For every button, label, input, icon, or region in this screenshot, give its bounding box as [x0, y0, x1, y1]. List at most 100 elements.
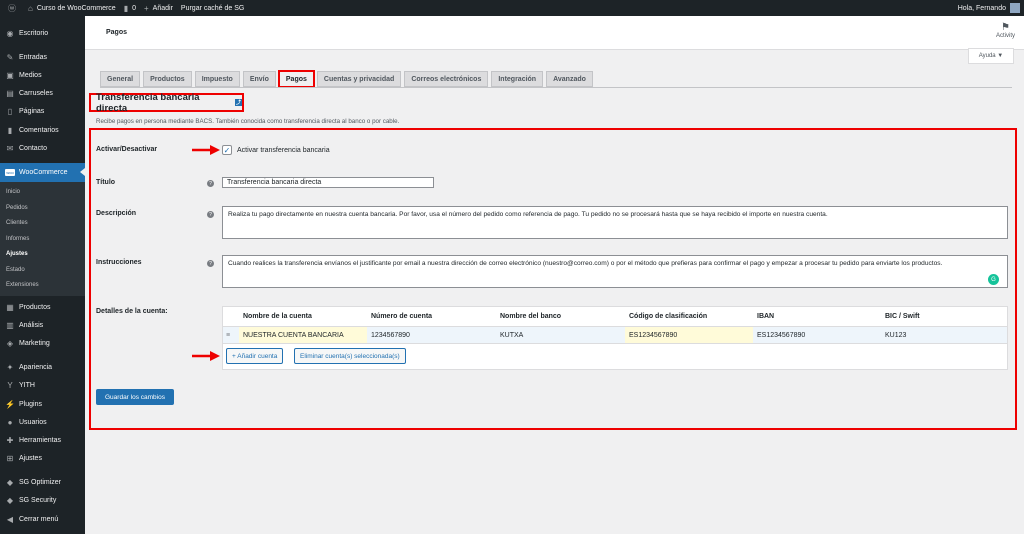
sidebar-item-usuarios[interactable]: ● Usuarios [0, 413, 85, 431]
bic-cell[interactable]: KU123 [881, 327, 1007, 343]
woocommerce-submenu: Inicio Pedidos Clientes Informes Ajustes… [0, 181, 85, 296]
drag-handle-icon[interactable]: ≡ [223, 327, 239, 343]
wordpress-logo-icon[interactable]: ⓦ [8, 3, 20, 14]
instructions-textarea[interactable]: Cuando realices la transferencia envíano… [222, 255, 1008, 288]
tools-icon: ✚ [6, 435, 14, 445]
description-textarea[interactable]: Realiza tu pago directamente en nuestra … [222, 206, 1008, 239]
sidebar-item-plugins[interactable]: ⚡ Plugins [0, 395, 85, 413]
sg-optimizer-icon: ◆ [6, 478, 14, 488]
bank-name-cell[interactable]: KUTXA [496, 327, 625, 343]
user-account[interactable]: Hola, Fernando [958, 3, 1020, 13]
submenu-item-pedidos[interactable]: Pedidos [0, 200, 85, 216]
comment-icon: ▮ [123, 3, 129, 13]
help-icon[interactable]: ? [207, 180, 214, 187]
collapse-icon: ◀ [6, 514, 14, 524]
yith-icon: Y [7, 381, 13, 391]
help-icon[interactable]: ? [207, 211, 214, 218]
sidebar-item-apariencia[interactable]: ✦ Apariencia [0, 359, 85, 377]
grammarly-icon[interactable]: G [988, 274, 999, 285]
tab-avanzado[interactable]: Avanzado [546, 71, 593, 87]
sidebar-item-carruseles[interactable]: ▤ Carruseles [0, 85, 85, 103]
sidebar-item-entradas[interactable]: ✎ Entradas [0, 48, 85, 66]
page-header: Pagos ⚑ Activity [85, 16, 1024, 50]
add-new-link[interactable]: + Añadir [144, 4, 173, 13]
submenu-item-clientes[interactable]: Clientes [0, 216, 85, 232]
activity-button[interactable]: ⚑ Activity [996, 22, 1015, 39]
tabs-divider [100, 87, 1012, 88]
column-header: Nombre del banco [500, 313, 562, 320]
sidebar-item-medios[interactable]: ▣ Medios [0, 66, 85, 84]
sidebar-item-sg-optimizer[interactable]: ◆ SG Optimizer [0, 474, 85, 492]
admin-bar: ⓦ ⌂ Curso de WooCommerce ▮ 0 + Añadir Purga… [0, 0, 1024, 16]
account-name-cell[interactable]: NUESTRA CUENTA BANCARIA [239, 327, 367, 343]
flag-icon: ⚑ [1001, 22, 1010, 33]
section-title: Transferencia bancaria directa ⤴ [89, 92, 244, 114]
submenu-item-informes[interactable]: Informes [0, 231, 85, 247]
avatar [1010, 3, 1020, 13]
analytics-icon: ▥ [6, 320, 14, 330]
submenu-item-inicio[interactable]: Inicio [0, 185, 85, 201]
tab-pagos[interactable]: Pagos [277, 70, 315, 88]
checkmark-icon: ✓ [223, 145, 231, 155]
submenu-item-ajustes[interactable]: Ajustes [0, 247, 85, 263]
add-account-button[interactable]: + Añadir cuenta [226, 348, 284, 364]
tab-productos[interactable]: Productos [143, 71, 192, 87]
tab-integracion[interactable]: Integración [491, 71, 544, 87]
sidebar-item-comentarios[interactable]: ▮ Comentarios [0, 121, 85, 139]
sidebar-item-analisis[interactable]: ▥ Análisis [0, 316, 85, 334]
sidebar-item-productos[interactable]: ▦ Productos [0, 298, 85, 316]
column-header: Código de clasificación [629, 313, 708, 320]
tab-cuentas-privacidad[interactable]: Cuentas y privacidad [316, 71, 402, 87]
account-details-label: Detalles de la cuenta: [96, 308, 168, 315]
submenu-item-extensiones[interactable]: Extensiones [0, 278, 85, 294]
media-icon: ▣ [6, 70, 14, 80]
title-input[interactable]: Transferencia bancaria directa [222, 177, 434, 188]
sidebar-item-paginas[interactable]: ▯ Páginas [0, 103, 85, 121]
account-number-cell[interactable]: 1234567890 [367, 327, 496, 343]
submenu-item-estado[interactable]: Estado [0, 262, 85, 278]
help-icon[interactable]: ? [207, 260, 214, 267]
collapse-menu-button[interactable]: ◀ Cerrar menú [0, 510, 85, 528]
sidebar-item-yith[interactable]: Y YITH [0, 377, 85, 395]
save-button[interactable]: Guardar los cambios [96, 389, 174, 405]
remove-accounts-button[interactable]: Eliminar cuenta(s) seleccionada(s) [294, 348, 406, 364]
tab-general[interactable]: General [100, 71, 141, 87]
marketing-icon: ◈ [6, 338, 14, 348]
instructions-label: Instrucciones [96, 259, 142, 266]
purge-cache-link[interactable]: Purgar caché de SG [181, 5, 244, 12]
sidebar-item-ajustes[interactable]: ⊞ Ajustes [0, 450, 85, 468]
tab-correos[interactable]: Correos electrónicos [404, 71, 489, 87]
sg-security-icon: ◆ [6, 496, 14, 506]
enable-checkbox[interactable]: ✓ [222, 145, 232, 155]
description-label: Descripción [96, 210, 137, 217]
appearance-icon: ✦ [6, 363, 14, 373]
sidebar-item-sg-security[interactable]: ◆ SG Security [0, 492, 85, 510]
pages-icon: ▯ [7, 107, 13, 117]
sidebar-item-escritorio[interactable]: ◉ Escritorio [0, 24, 85, 42]
column-header: BIC / Swift [885, 313, 920, 320]
site-name-link[interactable]: ⌂ Curso de WooCommerce [28, 4, 116, 13]
sidebar-item-contacto[interactable]: ✉ Contacto [0, 139, 85, 157]
admin-sidebar: ◉ Escritorio ✎ Entradas ▣ Medios ▤ Carrusele… [0, 16, 85, 534]
table-header: Nombre de la cuenta Número de cuenta Nom… [223, 307, 1007, 327]
products-icon: ▦ [6, 302, 14, 312]
sidebar-item-woocommerce[interactable]: woo WooCommerce [0, 163, 85, 182]
table-row[interactable]: ≡ NUESTRA CUENTA BANCARIA 1234567890 KUT… [223, 327, 1007, 344]
tab-impuesto[interactable]: Impuesto [194, 71, 240, 87]
enable-checkbox-label[interactable]: Activar transferencia bancaria [237, 147, 330, 154]
help-button[interactable]: Ayuda ▼ [968, 48, 1014, 64]
home-icon: ⌂ [28, 3, 33, 13]
column-header: Nombre de la cuenta [243, 313, 312, 320]
sidebar-item-marketing[interactable]: ◈ Marketing [0, 334, 85, 352]
tab-envio[interactable]: Envío [242, 71, 276, 87]
comments-link[interactable]: ▮ 0 [124, 4, 136, 13]
iban-cell[interactable]: ES1234567890 [753, 327, 881, 343]
back-link-icon[interactable]: ⤴ [235, 99, 242, 106]
carousel-icon: ▤ [6, 89, 14, 99]
sidebar-item-herramientas[interactable]: ✚ Herramientas [0, 431, 85, 449]
page-title: Pagos [106, 29, 128, 36]
dashboard-icon: ◉ [6, 28, 14, 38]
title-label: Título [96, 179, 116, 186]
sort-code-cell[interactable]: ES1234567890 [625, 327, 753, 343]
settings-tabs: General Productos Impuesto Envío Pagos C… [100, 70, 596, 88]
